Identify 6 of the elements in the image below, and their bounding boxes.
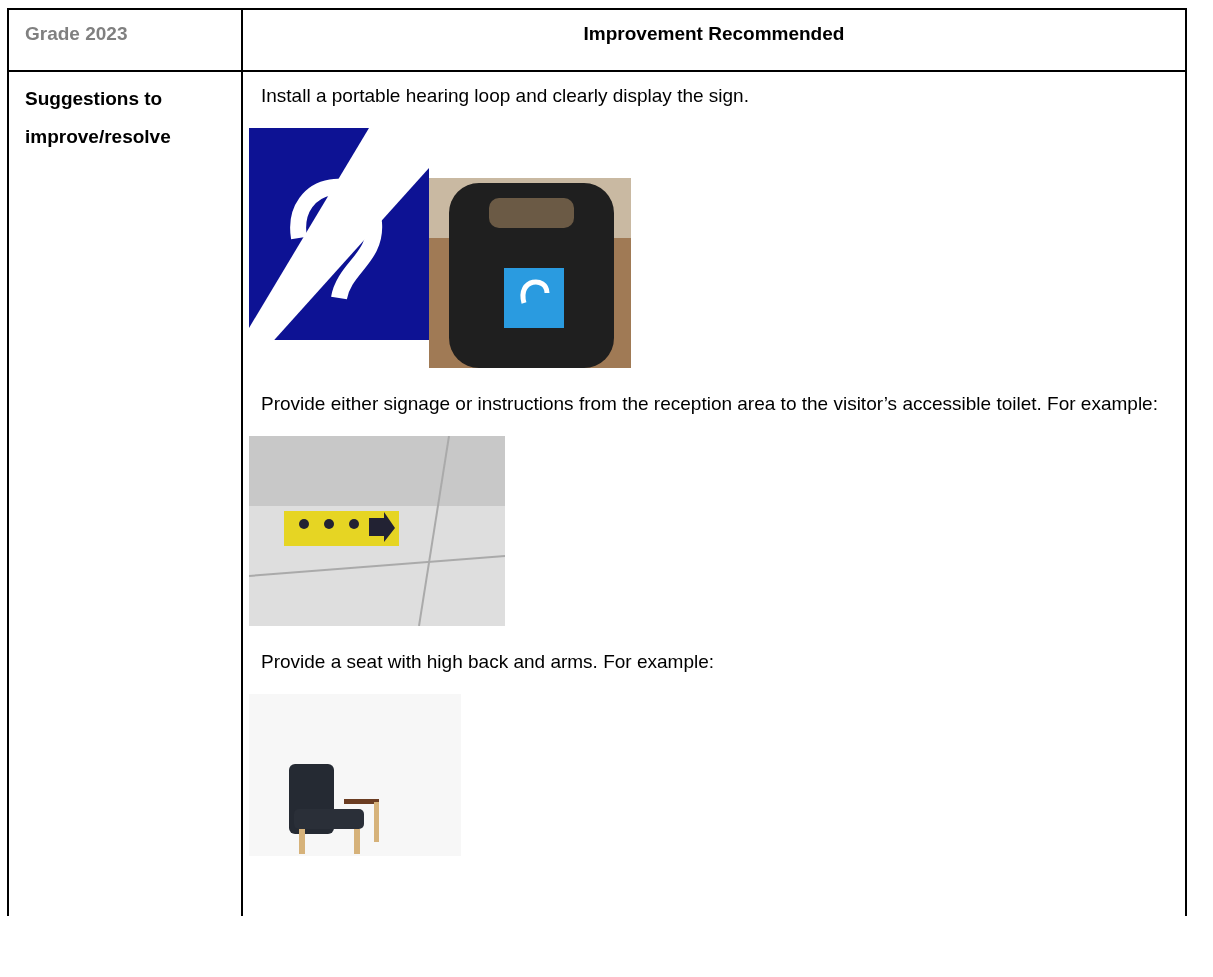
- row-heading: Suggestions to improve/resolve: [8, 71, 242, 916]
- column-header: Improvement Recommended: [242, 9, 1186, 71]
- paragraph: Provide either signage or instructions from the reception area to the visitor’s accessible toilet. For example:: [261, 392, 1159, 416]
- paragraph: Provide a seat with high back and arms. For example:: [261, 650, 716, 674]
- paragraph: Install a portable hearing loop and clearly display the sign.: [261, 84, 750, 108]
- column-header: Grade 2023: [8, 9, 242, 71]
